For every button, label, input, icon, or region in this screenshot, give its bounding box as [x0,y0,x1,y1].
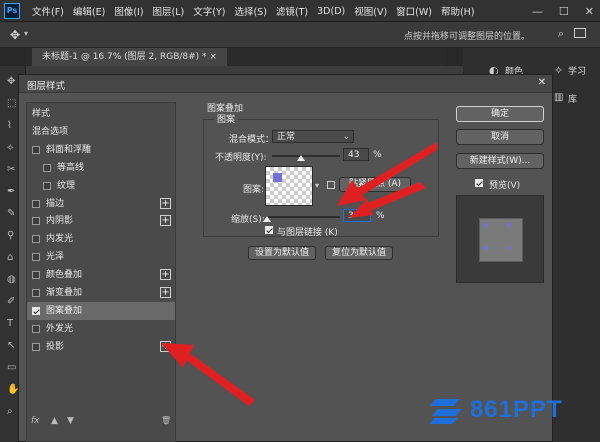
arrow-to-snap-shaft [358,142,437,195]
annotation-arrows [161,142,437,406]
arrow-to-pattern-overlay-head [161,343,194,368]
arrow-to-scale-shaft [368,182,426,210]
watermark-logo-icon [430,399,462,424]
watermark-text: 861PPT [470,396,563,423]
watermark: 861PPT [430,392,563,428]
arrow-to-pattern-overlay-shaft [186,354,255,406]
